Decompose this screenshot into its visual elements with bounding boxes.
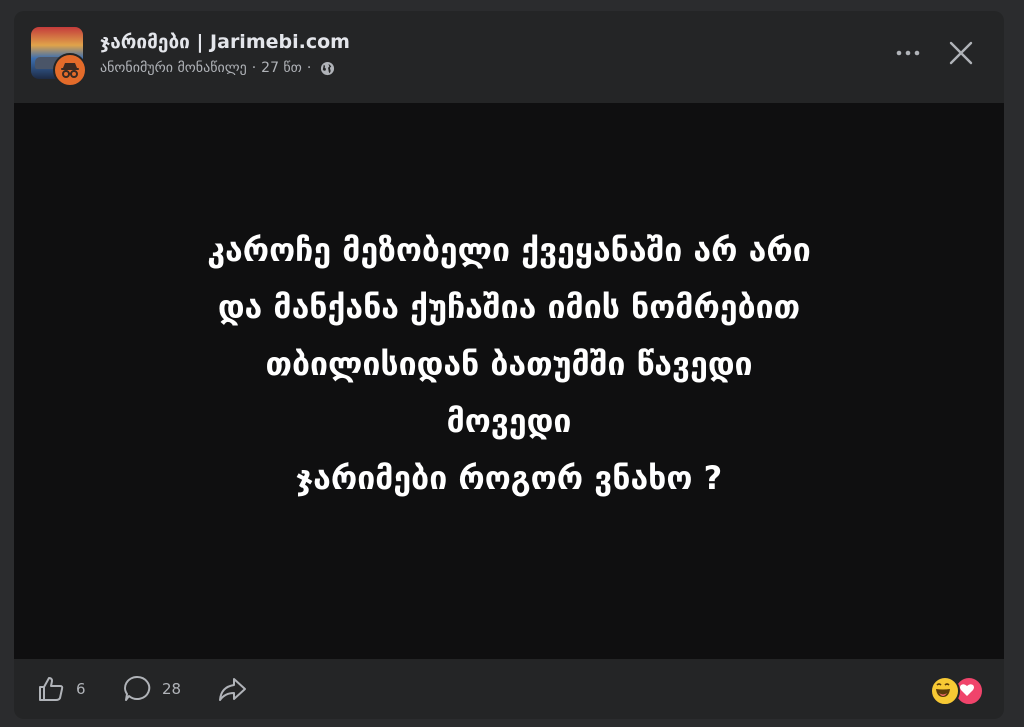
post-text-line: და მანქანა ქუჩაშია იმის ნომრებით: [217, 287, 801, 326]
haha-reaction-icon: [930, 676, 960, 706]
anonymous-participant-icon: [53, 53, 87, 87]
post-footer: 6 28: [14, 659, 1004, 719]
comment-icon: [122, 674, 152, 704]
meta-separator: ·: [306, 60, 312, 76]
post-text-line: თბილისიდან ბათუმში წავედი: [265, 344, 753, 383]
post-text-background: კაროჩე მეზობელი ქვეყანაში არ არი და მანქ…: [14, 103, 1004, 659]
post-text-line: კაროჩე მეზობელი ქვეყანაში არ არი: [207, 230, 811, 269]
post-text: კაროჩე მეზობელი ქვეყანაში არ არი და მანქ…: [207, 222, 810, 507]
author-name[interactable]: ანონიმური მონაწილე: [100, 60, 247, 76]
post-header: ჯარიმები | Jarimebi.com ანონიმური მონაწი…: [14, 11, 1004, 103]
post-card: ჯარიმები | Jarimebi.com ანონიმური მონაწი…: [14, 11, 1004, 719]
close-icon[interactable]: [945, 37, 977, 69]
post-timestamp[interactable]: 27 წთ: [261, 60, 302, 76]
globe-icon[interactable]: [320, 61, 335, 76]
like-count: 6: [76, 680, 86, 698]
like-button[interactable]: 6: [36, 659, 86, 719]
post-text-line: მოვედი: [446, 401, 572, 440]
page-name-link[interactable]: ჯარიმები | Jarimebi.com: [100, 31, 350, 53]
comment-count: 28: [162, 680, 182, 698]
more-options-icon[interactable]: [890, 39, 926, 67]
post-text-line: ჯარიმები როგორ ვნახო ?: [295, 458, 723, 497]
post-meta: ანონიმური მონაწილე · 27 წთ ·: [100, 60, 335, 76]
share-button[interactable]: [216, 659, 248, 719]
page-avatar[interactable]: [31, 27, 87, 87]
thumbs-up-icon: [36, 674, 66, 704]
share-icon: [216, 674, 248, 704]
comment-button[interactable]: 28: [122, 659, 181, 719]
meta-separator: ·: [251, 60, 257, 76]
reaction-summary[interactable]: [930, 676, 988, 706]
